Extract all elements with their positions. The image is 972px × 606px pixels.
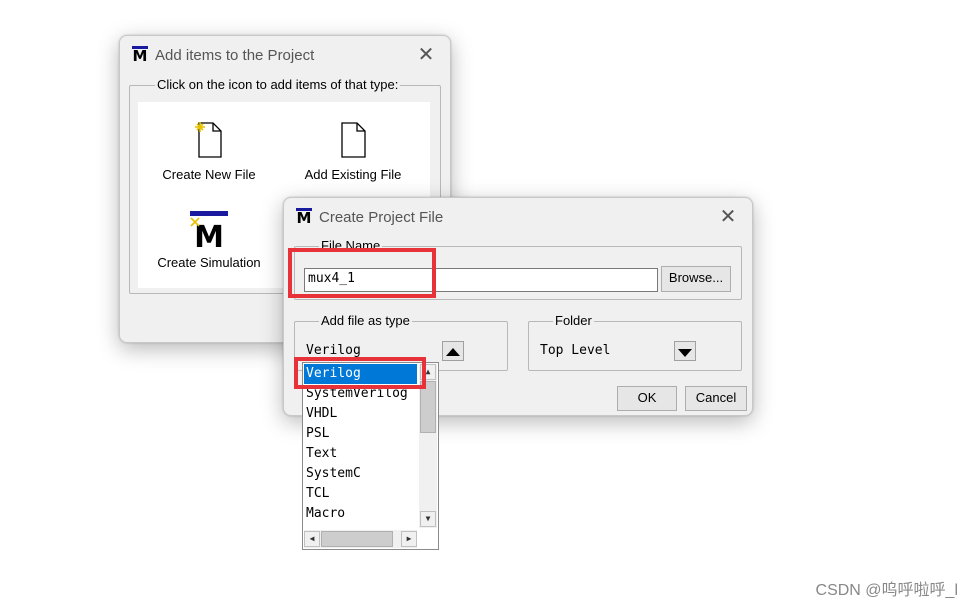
scroll-left-icon[interactable]: ◀ (304, 531, 320, 547)
arrow-down-icon (678, 349, 692, 357)
create-simulation-item[interactable]: M Create Simulation (144, 210, 274, 270)
arrow-up-icon (446, 348, 460, 356)
item-label: Create Simulation (157, 255, 261, 270)
item-label: Create New File (162, 167, 256, 182)
list-item[interactable]: SystemC (304, 464, 417, 484)
list-item[interactable]: Verilog (304, 364, 417, 384)
file-name-input[interactable]: mux4_1 (304, 268, 658, 292)
folder-dropdown-button[interactable] (674, 341, 696, 361)
file-type-list[interactable]: Verilog SystemVerilog VHDL PSL Text SystemC TC… (302, 362, 439, 550)
add-existing-file-item[interactable]: Add Existing File (288, 122, 418, 182)
horizontal-scrollbar[interactable]: ◀ ▶ (304, 530, 417, 548)
group-label: Click on the icon to add items of that t… (155, 77, 401, 93)
scroll-thumb[interactable] (420, 381, 436, 433)
file-type-dropdown-button[interactable] (442, 341, 464, 361)
file-type-options: Verilog SystemVerilog VHDL PSL Text SystemC TC… (304, 364, 417, 528)
scroll-down-icon[interactable]: ▼ (420, 511, 436, 527)
folder-select[interactable]: Top Level (537, 341, 673, 363)
dialog-title: Add items to the Project (155, 46, 315, 64)
file-type-select[interactable]: Verilog (303, 341, 443, 363)
file-name-label: File Name (319, 238, 383, 254)
list-item[interactable]: SystemVerilog (304, 384, 417, 404)
modelsim-logo-icon: M (132, 46, 148, 65)
scroll-thumb-horizontal[interactable] (321, 531, 393, 547)
close-icon[interactable]: ✕ (406, 40, 446, 70)
create-new-file-item[interactable]: Create New File (144, 122, 274, 182)
watermark: CSDN @呜呼啦呼_l (815, 582, 958, 599)
browse-button[interactable]: Browse... (661, 266, 731, 292)
add-items-titlebar: M Add items to the Project ✕ (120, 36, 450, 74)
item-label: Add Existing File (304, 167, 402, 182)
file-icon (341, 122, 366, 158)
scroll-up-icon[interactable]: ▲ (420, 364, 436, 380)
scroll-right-icon[interactable]: ▶ (401, 531, 417, 547)
cancel-button[interactable]: Cancel (685, 386, 747, 411)
list-item[interactable]: TCL (304, 484, 417, 504)
file-type-label: Add file as type (319, 313, 412, 329)
create-file-titlebar: M Create Project File ✕ (284, 198, 752, 236)
modelsim-logo-icon: M (296, 208, 312, 227)
list-item[interactable]: Text (304, 444, 417, 464)
vertical-scrollbar[interactable]: ▲ ▼ (419, 364, 437, 528)
list-item[interactable]: VHDL (304, 404, 417, 424)
list-item[interactable]: PSL (304, 424, 417, 444)
new-file-icon (195, 122, 222, 158)
close-icon[interactable]: ✕ (708, 202, 748, 232)
modelsim-icon: M (190, 211, 228, 255)
folder-label: Folder (553, 313, 594, 329)
dialog-title: Create Project File (319, 208, 444, 226)
list-item[interactable]: Macro (304, 504, 417, 524)
ok-button[interactable]: OK (617, 386, 677, 411)
